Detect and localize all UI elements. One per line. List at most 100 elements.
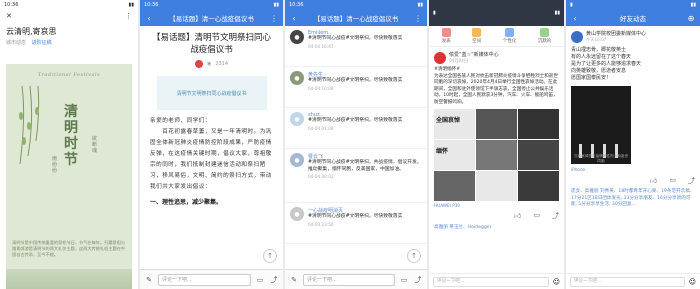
post-text: 青山埋忠骨，卿花敬英士 有的人永远留在了这个春天 是为了让更多的人能够追求春天 … — [571, 47, 642, 81]
comment-icon[interactable]: ▭ — [399, 276, 409, 284]
post-image[interactable] — [434, 171, 475, 201]
emoji-icon[interactable]: ☺ — [553, 278, 560, 286]
avatar[interactable] — [571, 30, 583, 43]
poster-big-title: 清明时节 — [64, 104, 78, 168]
post-likes[interactable]: 庞女、高雅丽 刘秀英、18时都青年开心果、19条范开云稿、17分21区18日团体… — [571, 189, 695, 209]
eye-icon: ◉ — [206, 61, 212, 67]
post-author-name[interactable]: 黄山学院校团委新媒体中心 — [586, 30, 646, 37]
close-icon[interactable]: ✕ — [6, 12, 12, 20]
top-bar: ‹ 好友动态 ⊕ — [566, 10, 700, 26]
mini-banner: 清明节文明祭扫同心战疫倡议书 — [156, 76, 267, 110]
comment-author[interactable]: 曹云飞 — [308, 153, 422, 160]
article-author[interactable]: 城市动态 — [6, 40, 26, 46]
article-tag[interactable]: 进阶征稿 — [32, 40, 52, 46]
post-date: 04月04日 — [449, 58, 469, 63]
battery-icon: ▮▮ — [690, 2, 696, 8]
festival-poster: Traditional Festivals 清明时节 雨纷纷 欲断魂 清明节是中… — [6, 64, 132, 289]
back-icon[interactable]: ‹ — [570, 14, 580, 23]
share-icon[interactable]: ⤴ — [552, 211, 559, 221]
scroll-top-button[interactable]: ↑ — [407, 249, 421, 263]
signal-icon: ▮ — [433, 10, 436, 16]
comment-author[interactable]: 一心战疫明消灭 — [308, 207, 422, 214]
share-icon[interactable]: ⤴ — [269, 275, 279, 285]
avatar[interactable]: ● — [290, 112, 304, 126]
edit-icon[interactable]: ✎ — [289, 276, 299, 284]
avatar[interactable] — [434, 51, 446, 64]
comment-input[interactable]: 评论一下吧... — [158, 273, 251, 286]
status-bar: 10:36 ▮▮ — [285, 0, 427, 10]
post-likes[interactable]: 高雅丽 茶玉兰、Heidegger — [434, 224, 559, 230]
back-icon[interactable]: ‹ — [144, 14, 154, 23]
feed-post: 侬爱“蓝☆”新媒体中心 04月04日 #清明缅怀# 为表达全国各族人民对抗击新冠… — [429, 47, 564, 234]
like-icon[interactable]: 👍︎ — [514, 211, 521, 221]
post-author[interactable]: 黄山学院校团委新媒体中心 今天10:07 — [571, 30, 695, 43]
article-content: 【易话题】清明节文明祭扫同心战疫倡议书 ◉ 2314 清明节文明祭扫同心战疫倡议… — [140, 26, 283, 206]
photo-caption: 沉痛哀悼抗击疫情牺牲烈士和逝世同胞 — [574, 154, 628, 163]
post-image[interactable] — [476, 109, 517, 139]
poster-hills — [6, 269, 132, 289]
edit-icon[interactable]: ✎ — [144, 276, 154, 284]
more-icon[interactable]: ⋮ — [125, 12, 132, 20]
like-icon[interactable]: 👍︎ — [650, 176, 657, 186]
comment-icon[interactable]: ▭ — [533, 211, 540, 221]
comment-item[interactable]: ● Emiliem.. #清明节同心战疫#文明祭扫，尽快致敬落实 04-04 1… — [285, 26, 427, 67]
post-author[interactable]: 侬爱“蓝☆”新媒体中心 04月04日 — [434, 51, 559, 64]
status-time: 10:36 — [4, 2, 19, 8]
comment-author[interactable]: 黄先生 — [308, 71, 422, 78]
status-time: 10:36 — [289, 2, 304, 8]
avatar[interactable]: ● — [290, 207, 304, 221]
author-avatar[interactable] — [194, 60, 203, 68]
feed-title: 好友动态 — [482, 31, 509, 39]
comment-time: 04-03 23:56 — [308, 221, 334, 227]
post-image[interactable] — [476, 140, 517, 170]
comment-icon[interactable]: ▭ — [669, 176, 676, 186]
post-image[interactable] — [518, 140, 559, 170]
avatar[interactable]: ● — [290, 30, 304, 44]
battery-icon: ▮▮ — [554, 10, 560, 16]
space-icon — [472, 28, 482, 37]
post-actions: 👍︎ ▭ ⤴ — [571, 176, 695, 186]
view-count: 2314 — [215, 61, 229, 67]
tab-personalize[interactable]: 个性化 — [503, 28, 516, 44]
comment-item[interactable]: ● shuz.. #清明节同心战疫#文明祭扫，尽快致敬落实 04-04 01:0… — [285, 108, 427, 149]
battery-icon: ▮▮ — [128, 2, 134, 8]
add-icon[interactable]: ⊕ — [686, 14, 696, 23]
quiet-icon — [540, 28, 549, 37]
post-image[interactable]: 全国哀悼 — [434, 109, 475, 139]
comment-input[interactable]: 评论一下吧... — [433, 276, 549, 287]
comment-text: #清明节同心战疫#文明祭扫，共战疫情，倡议开发，推动聚集，缅怀同胞，反美国家，中… — [308, 160, 422, 172]
comment-item[interactable]: ● 黄先生 #清明节同心战疫#文明祭扫，尽快致敬落实 04-04 10:09 — [285, 67, 427, 108]
comment-input[interactable]: 评论一下吧... — [570, 276, 685, 287]
comment-input[interactable]: 评论一下吧... — [303, 273, 395, 286]
more-icon[interactable]: ⋮ — [413, 14, 423, 23]
post-image[interactable] — [518, 171, 559, 201]
avatar[interactable]: ● — [290, 153, 304, 167]
post-image-grid: 全国哀悼 缅怀 — [434, 109, 559, 201]
post-image[interactable] — [476, 171, 517, 201]
share-icon[interactable]: ⤴ — [413, 275, 423, 285]
avatar[interactable]: ● — [290, 71, 304, 85]
comment-bar: ✎ 评论一下吧... ▭ ⤴ — [285, 269, 427, 289]
comment-item[interactable]: ● 一心战疫明消灭 #清明节同心战疫#文明祭扫，尽快致敬落实 04-03 23:… — [285, 203, 427, 244]
emoji-icon[interactable]: ☺ — [689, 278, 696, 286]
article-subheading: 一、理性追思，减少聚集。 — [150, 199, 223, 206]
comment-item[interactable]: ● 曹云飞 #清明节同心战疫#文明祭扫，共战疫情，倡议开发，推动聚集，缅怀同胞，… — [285, 149, 427, 203]
add-icon[interactable]: ⊕ — [555, 30, 560, 38]
scroll-top-button[interactable]: ↑ — [263, 249, 277, 263]
post-image[interactable]: 缅怀 — [434, 140, 475, 170]
post-device: iPhone — [571, 167, 586, 172]
comment-time: 04-04 01:09 — [308, 125, 334, 131]
tab-post[interactable]: 发表 — [441, 28, 451, 44]
more-icon[interactable]: ⋮ — [269, 14, 279, 23]
post-author-name[interactable]: 侬爱“蓝☆”新媒体中心 — [449, 51, 499, 58]
status-bar: 10:36 ▮▮ — [0, 0, 138, 10]
share-icon[interactable]: ⤴ — [688, 176, 695, 186]
tab-space[interactable]: 空间 — [472, 28, 482, 44]
comment-icon[interactable]: ▭ — [255, 276, 265, 284]
post-image[interactable]: 沉痛哀悼抗击疫情牺牲烈士和逝世同胞 — [571, 86, 631, 164]
back-icon[interactable]: ‹ — [289, 14, 299, 23]
article-meta: ◉ 2314 — [150, 60, 273, 68]
tab-quiet[interactable]: 沉默的 — [538, 28, 551, 44]
comment-text: #清明节同心战疫#文明祭扫，尽快致敬落实 — [308, 118, 403, 123]
post-image[interactable] — [518, 109, 559, 139]
